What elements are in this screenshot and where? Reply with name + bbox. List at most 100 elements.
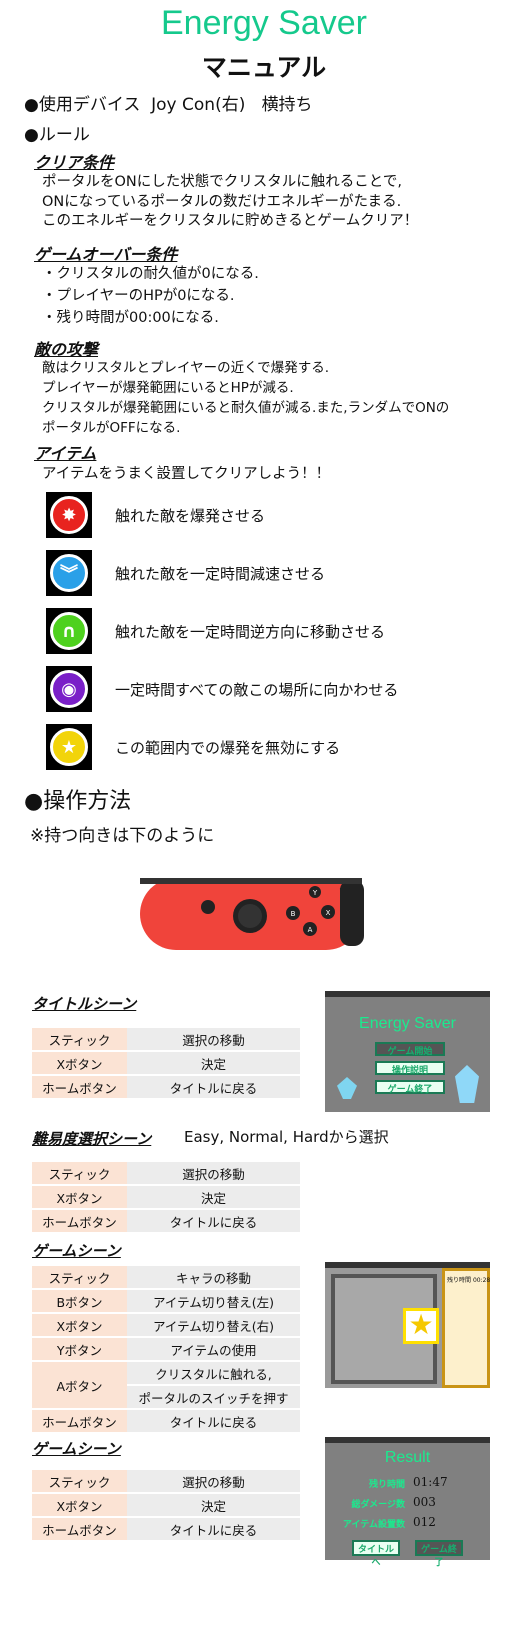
home-button [201, 900, 215, 914]
game-hud: 残り時間 00:28 [442, 1268, 490, 1388]
result-value: 003 [413, 1495, 436, 1509]
table-row: Xボタン アイテム切り替え(右) [32, 1314, 300, 1336]
result-value: 012 [413, 1515, 436, 1529]
clear-heading: クリア条件 [34, 153, 115, 172]
control-key: Xボタン [32, 1314, 127, 1336]
controls-table: スティック 選択の移動 Xボタン 決定 ホームボタン タイトルに戻る [32, 1160, 300, 1234]
result-value: 01:47 [413, 1475, 448, 1489]
control-action: タイトルに戻る [127, 1076, 300, 1098]
result-title: Result [384, 1449, 431, 1466]
device-value: Joy Con(右) [151, 95, 246, 115]
controls-note: ※持つ向きは下のように [30, 826, 215, 846]
control-action: アイテム切り替え(左) [127, 1290, 300, 1312]
table-row: Xボタン 決定 [32, 1186, 300, 1208]
text-line: 敵はクリスタルとプレイヤーの近くで爆発する. [42, 360, 329, 376]
joycon-image: Y X B A + [140, 870, 370, 952]
control-action: キャラの移動 [127, 1266, 300, 1288]
control-key: Xボタン [32, 1052, 127, 1074]
items-intro: アイテムをうまく設置してクリアしよう！！ [42, 466, 331, 482]
text-line: クリスタルが爆発範囲にいると耐久値が減る.また,ランダムでONの [42, 400, 450, 416]
controls-table: スティック 選択の移動 Xボタン 決定 ホームボタン タイトルに戻る [32, 1468, 300, 1542]
table-row: スティック 選択の移動 [32, 1470, 300, 1492]
control-key: ホームボタン [32, 1210, 127, 1232]
items-heading: アイテム [34, 444, 97, 463]
device-line: ●使用デバイス Joy Con(右) 横持ち [24, 90, 313, 115]
svg-text:A: A [308, 926, 313, 934]
page-title: Energy Saver [161, 4, 367, 42]
howto-button: 操作説明 [375, 1061, 445, 1076]
crystal-icon [337, 1077, 357, 1099]
table-row: Xボタン 決定 [32, 1494, 300, 1516]
gameover-text: ・クリスタルの耐久値が0になる. ・プレイヤーのHPが0になる. ・残り時間が00:… [42, 263, 259, 329]
control-key: スティック [32, 1266, 127, 1288]
quit-button: ゲーム終了 [375, 1080, 445, 1095]
text-line: ・プレイヤーのHPが0になる. [42, 288, 235, 304]
svg-text:Y: Y [312, 889, 318, 897]
crystal-icon [455, 1065, 479, 1103]
control-action: ポータルのスイッチを押す [127, 1386, 300, 1408]
svg-text:X: X [326, 909, 331, 917]
table-row: Bボタン アイテム切り替え(左) [32, 1290, 300, 1312]
enemy-heading: 敵の攻撃 [34, 340, 99, 359]
device-label: ●使用デバイス [24, 95, 141, 115]
text-line: ・残り時間が00:00になる. [42, 310, 219, 326]
control-action: アイテムの使用 [127, 1338, 300, 1360]
item-description: 触れた敵を一定時間減速させる [115, 565, 326, 583]
page-subtitle: マニュアル [201, 53, 327, 82]
item-description: この範囲内での爆発を無効にする [115, 739, 341, 757]
scene-heading: 難易度選択シーン [32, 1130, 152, 1148]
table-row: Yボタン アイテムの使用 [32, 1338, 300, 1360]
control-key: ホームボタン [32, 1410, 127, 1432]
result-label: 総ダメージ数 [351, 1500, 405, 1510]
to-title-button: タイトルへ [352, 1540, 400, 1568]
control-key: Aボタン [32, 1362, 127, 1408]
text-line: ・クリスタルの耐久値が0になる. [42, 266, 259, 282]
scene-note: Easy, Normal, Hardから選択 [184, 1128, 389, 1146]
control-key: スティック [32, 1028, 127, 1050]
control-action: 決定 [127, 1186, 300, 1208]
control-key: Bボタン [32, 1290, 127, 1312]
table-row: スティック キャラの移動 [32, 1266, 300, 1288]
controls-table: スティック 選択の移動 Xボタン 決定 ホームボタン タイトルに戻る [32, 1026, 300, 1100]
control-action: 決定 [127, 1494, 300, 1516]
star-shield-icon: ★ [403, 1308, 439, 1344]
table-row: ホームボタン タイトルに戻る [32, 1076, 300, 1098]
rules-label: ●ルール [24, 125, 90, 145]
table-row: ホームボタン タイトルに戻る [32, 1210, 300, 1232]
result-label: 残り時間 [368, 1480, 405, 1490]
scene-heading: タイトルシーン [32, 995, 137, 1013]
u-turn-icon: ∩ [46, 608, 92, 654]
item-description: 触れた敵を爆発させる [115, 507, 266, 525]
control-key: Yボタン [32, 1338, 127, 1360]
table-row: ホームボタン タイトルに戻る [32, 1410, 300, 1432]
star-shield-icon: ★ [46, 724, 92, 770]
gameover-heading: ゲームオーバー条件 [34, 245, 178, 264]
slow-down-icon: ︾ [46, 550, 92, 596]
control-action: タイトルに戻る [127, 1518, 300, 1540]
control-action: 選択の移動 [127, 1162, 300, 1184]
item-description: 触れた敵を一定時間逆方向に移動させる [115, 623, 386, 641]
title-screen-screenshot: Energy Saver ゲーム開始 操作説明 ゲーム終了 [325, 991, 490, 1112]
control-key: ホームボタン [32, 1518, 127, 1540]
table-row: Aボタン クリスタルに触れる, [32, 1362, 300, 1408]
controls-table: スティック キャラの移動 Bボタン アイテム切り替え(左) Xボタン アイテム切り替え(右… [32, 1264, 300, 1434]
table-row: ホームボタン タイトルに戻る [32, 1518, 300, 1540]
text-line: ポータルをONにした状態でクリスタルに触れることで, [42, 174, 402, 190]
result-label: アイテム設置数 [342, 1520, 405, 1530]
control-action: 決定 [127, 1052, 300, 1074]
control-action: タイトルに戻る [127, 1210, 300, 1232]
control-action: アイテム切り替え(右) [127, 1314, 300, 1336]
control-action: 選択の移動 [127, 1028, 300, 1050]
plus-button: + [338, 879, 351, 898]
joycon-top [140, 878, 362, 884]
control-key: Xボタン [32, 1186, 127, 1208]
game-screen-screenshot: ★ 残り時間 00:28 [325, 1262, 490, 1388]
control-key: ホームボタン [32, 1076, 127, 1098]
scene-heading: ゲームシーン [32, 1440, 121, 1458]
start-button: ゲーム開始 [375, 1042, 445, 1057]
title-screen-name: Energy Saver [359, 1015, 456, 1032]
control-action: クリスタルに触れる, [127, 1362, 300, 1384]
control-action: 選択の移動 [127, 1470, 300, 1492]
text-line: このエネルギーをクリスタルに貯めきるとゲームクリア！ [42, 213, 419, 229]
text-line: ポータルがOFFになる. [42, 420, 181, 436]
